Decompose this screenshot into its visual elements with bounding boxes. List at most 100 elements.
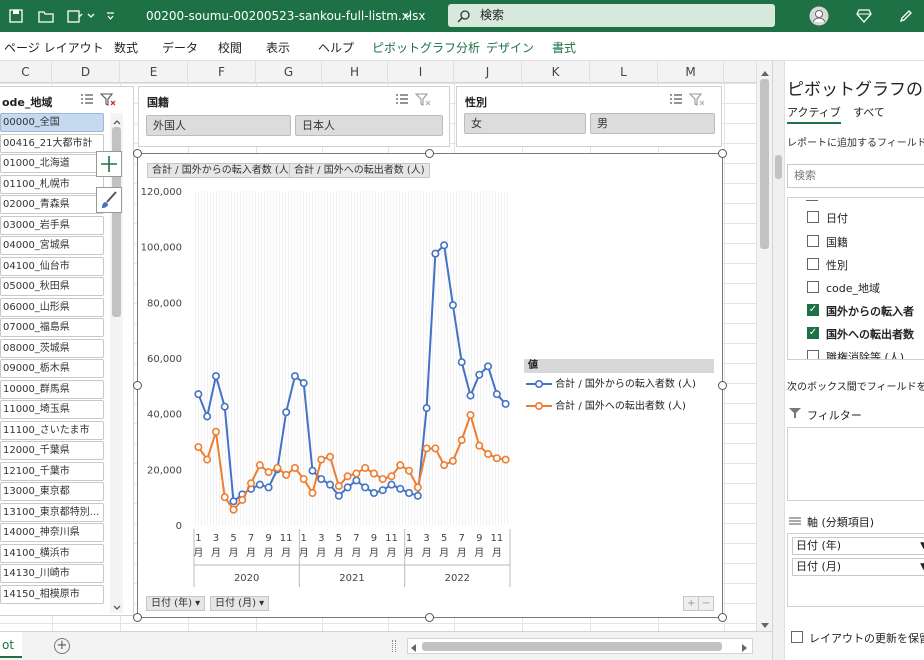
slicer-item[interactable]: 13100_東京都特別... xyxy=(0,502,104,522)
slicer-item[interactable]: 14000_神奈川県 xyxy=(0,523,104,542)
slicer-item[interactable]: 12100_千葉市 xyxy=(0,461,104,481)
resize-handle[interactable] xyxy=(133,613,142,622)
column-header[interactable]: K xyxy=(522,61,590,83)
dropdown-arrow-icon[interactable]: ▼ xyxy=(920,559,924,575)
tab-help[interactable]: ヘルプ xyxy=(318,39,354,56)
pivot-chart[interactable]: 合計 / 国外からの転入者数 (人) 合計 / 国外への転出者数 (人) 0 20… xyxy=(137,153,723,618)
collapse-field-button[interactable]: − xyxy=(698,596,715,611)
slicer-item[interactable]: 日本人 xyxy=(295,115,443,136)
tab-split-handle[interactable] xyxy=(392,640,396,652)
pen-icon[interactable] xyxy=(896,0,916,32)
slicer-item[interactable]: 03000_岩手県 xyxy=(0,215,104,235)
slicer-item[interactable]: 12000_千葉県 xyxy=(0,441,104,460)
sheet-vertical-scrollbar[interactable] xyxy=(756,61,772,631)
dropdown-arrow-icon[interactable]: ▼ xyxy=(920,538,924,554)
sheet-tab[interactable]: ot xyxy=(0,632,22,658)
column-header[interactable]: I xyxy=(388,61,454,83)
slicer-item[interactable]: 02000_青森県 xyxy=(0,195,104,214)
slicer-item[interactable]: 男 xyxy=(590,113,715,134)
chart-styles-button[interactable] xyxy=(96,187,122,213)
column-header[interactable]: F xyxy=(188,61,256,83)
clear-filter-icon[interactable] xyxy=(688,93,705,110)
filename-chevron-icon[interactable] xyxy=(402,0,414,32)
chart-elements-button[interactable] xyxy=(96,151,122,177)
field-checkbox-nationality[interactable] xyxy=(807,235,819,247)
slicer-item[interactable]: 14100_横浜市 xyxy=(0,543,104,563)
slicer-nationality[interactable]: 国籍 外国人 日本人 xyxy=(138,86,450,147)
resize-handle[interactable] xyxy=(718,381,727,390)
slicer-item[interactable]: 04000_宮城県 xyxy=(0,236,104,255)
axis-field-button-month[interactable]: 日付 (月) ▾ xyxy=(210,596,270,611)
resize-handle[interactable] xyxy=(425,613,434,622)
column-header[interactable]: C xyxy=(0,61,52,83)
horizontal-scrollbar[interactable] xyxy=(407,638,753,654)
clear-filter-icon[interactable] xyxy=(414,93,431,110)
slicer-item[interactable]: 06000_山形県 xyxy=(0,297,104,317)
slicer-item[interactable]: 11000_埼玉県 xyxy=(0,400,104,419)
column-header[interactable]: J xyxy=(454,61,522,83)
slicer-item[interactable]: 07000_福島県 xyxy=(0,318,104,337)
tab-page-layout[interactable]: ページ レイアウト xyxy=(4,39,104,56)
filter-drop-area[interactable] xyxy=(787,427,924,501)
slicer-item[interactable]: 13000_東京都 xyxy=(0,482,104,501)
scroll-thumb[interactable] xyxy=(775,155,782,179)
slicer-item[interactable]: 05000_秋田県 xyxy=(0,277,104,296)
column-header[interactable]: E xyxy=(120,61,188,83)
field-checkbox-region[interactable] xyxy=(807,281,819,293)
slicer-item[interactable]: 09000_栃木県 xyxy=(0,359,104,378)
resize-handle[interactable] xyxy=(133,381,142,390)
slicer-sex[interactable]: 性別 女 男 xyxy=(456,86,722,147)
clear-filter-icon[interactable] xyxy=(99,93,116,110)
field-checkbox-date[interactable] xyxy=(807,211,819,223)
tab-design[interactable]: デザイン xyxy=(486,39,534,56)
tab-review[interactable]: 校閲 xyxy=(218,39,242,56)
legend-entry[interactable]: 合計 / 国外からの転入者数 (人) xyxy=(526,376,696,394)
save-icon[interactable] xyxy=(6,0,26,32)
slicer-item[interactable]: 04100_仙台市 xyxy=(0,256,104,276)
axis-drop-area[interactable]: 日付 (年) ▼ 日付 (月) ▼ xyxy=(787,533,924,607)
resize-handle[interactable] xyxy=(718,613,727,622)
scroll-right-icon[interactable] xyxy=(742,642,748,655)
open-folder-icon[interactable] xyxy=(36,0,56,32)
column-header[interactable]: L xyxy=(590,61,658,83)
defer-update-checkbox[interactable] xyxy=(791,631,803,643)
save-as-icon[interactable] xyxy=(64,0,86,32)
scroll-up-icon[interactable] xyxy=(761,66,769,79)
multi-select-icon[interactable] xyxy=(80,93,94,110)
customize-toolbar-icon[interactable] xyxy=(104,0,116,32)
slicer-item[interactable]: 01100_札幌市 xyxy=(0,174,104,194)
column-header[interactable]: D xyxy=(52,61,120,83)
resize-handle[interactable] xyxy=(425,149,434,158)
field-checkbox-sex[interactable] xyxy=(807,258,819,270)
pane-scrollbar[interactable] xyxy=(773,61,785,660)
slicer-item[interactable]: 女 xyxy=(464,113,586,134)
file-name[interactable]: 00200-soumu-00200523-sankou-full-listm.x… xyxy=(146,0,426,32)
field-checkbox-outflow[interactable]: ✓ xyxy=(807,327,819,339)
multi-select-icon[interactable] xyxy=(669,93,683,110)
scroll-down-icon[interactable] xyxy=(113,601,121,610)
diamond-premium-icon[interactable] xyxy=(854,0,874,32)
slicer-item[interactable]: 00416_21大都市計 xyxy=(0,133,104,153)
tab-data[interactable]: データ xyxy=(162,39,198,56)
scroll-left-icon[interactable] xyxy=(410,642,416,655)
resize-handle[interactable] xyxy=(718,149,727,158)
add-sheet-icon[interactable]: + xyxy=(54,638,70,654)
account-avatar-icon[interactable] xyxy=(808,0,830,32)
slicer-item[interactable]: 11100_さいたま市 xyxy=(0,420,104,440)
tab-pivotchart-analyze[interactable]: ピボットグラフ分析 xyxy=(372,39,480,56)
legend-entry[interactable]: 合計 / 国外への転出者数 (人) xyxy=(526,398,686,416)
expand-field-button[interactable]: + xyxy=(683,596,700,611)
slicer-item[interactable]: 08000_茨城県 xyxy=(0,338,104,358)
chevron-down-icon[interactable] xyxy=(86,0,96,32)
axis-item[interactable]: 日付 (年) ▼ xyxy=(792,537,924,555)
search-box[interactable]: 検索 xyxy=(448,4,775,27)
field-search-input[interactable]: 検索 xyxy=(787,164,924,188)
slicer-item[interactable]: 10000_群馬県 xyxy=(0,379,104,399)
tab-formulas[interactable]: 数式 xyxy=(114,39,138,56)
slicer-item[interactable]: 00000_全国 xyxy=(0,113,104,132)
tab-format[interactable]: 書式 xyxy=(552,39,576,56)
field-checkbox-inflow[interactable]: ✓ xyxy=(807,304,819,316)
column-header[interactable]: H xyxy=(322,61,388,83)
scroll-thumb[interactable] xyxy=(760,79,769,249)
slicer-item[interactable]: 01000_北海道 xyxy=(0,154,104,173)
